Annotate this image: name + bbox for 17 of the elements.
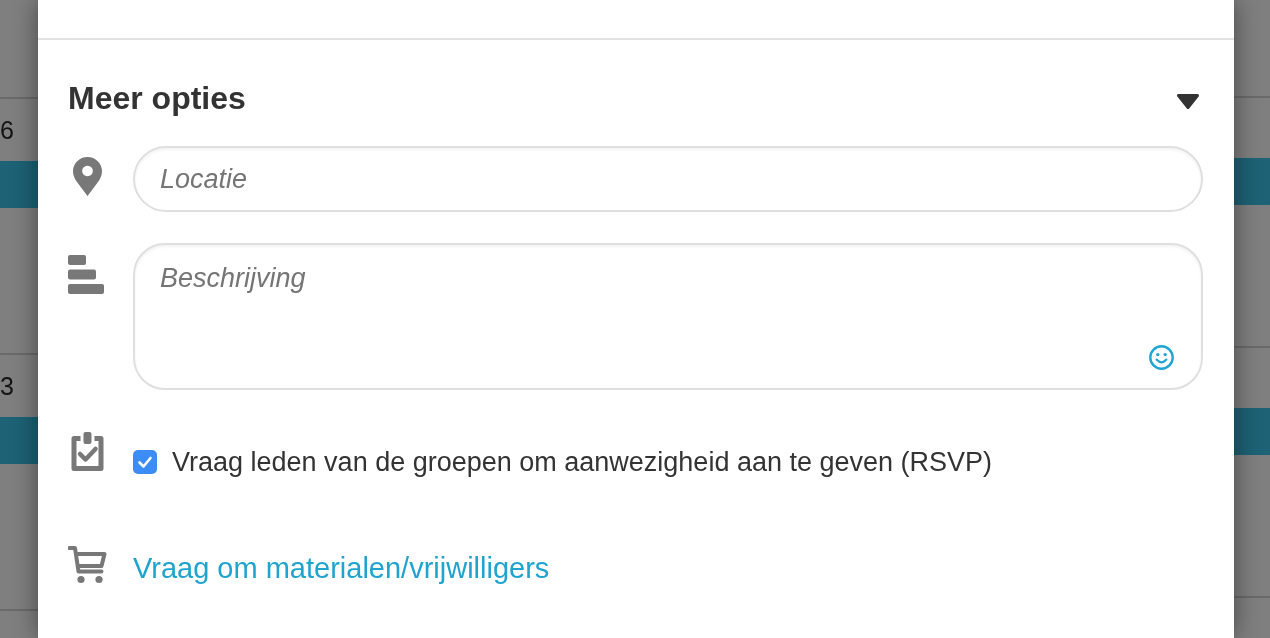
caret-icon[interactable] bbox=[1176, 92, 1200, 110]
location-field[interactable]: Locatie bbox=[133, 146, 1203, 212]
row-number: 6 bbox=[0, 115, 15, 146]
row-header-bar bbox=[0, 417, 38, 464]
row-header-bar bbox=[1234, 158, 1270, 205]
row-header-bar bbox=[1234, 408, 1270, 455]
rsvp-label[interactable]: Vraag leden van de groepen om aanwezigheid aan te geven (RSVP) bbox=[172, 447, 993, 477]
description-field[interactable]: Beschrijving bbox=[133, 243, 1203, 390]
row-header-bar bbox=[0, 161, 38, 208]
clipboard-check-icon bbox=[69, 432, 106, 472]
cart-icon bbox=[68, 545, 107, 584]
location-pin-icon bbox=[73, 157, 102, 196]
rsvp-checkbox[interactable] bbox=[133, 450, 157, 474]
smiley-icon[interactable] bbox=[1149, 345, 1174, 370]
row-number: 3 bbox=[0, 371, 15, 402]
section-title: Meer opties bbox=[68, 79, 246, 118]
text-lines-icon bbox=[68, 255, 104, 294]
